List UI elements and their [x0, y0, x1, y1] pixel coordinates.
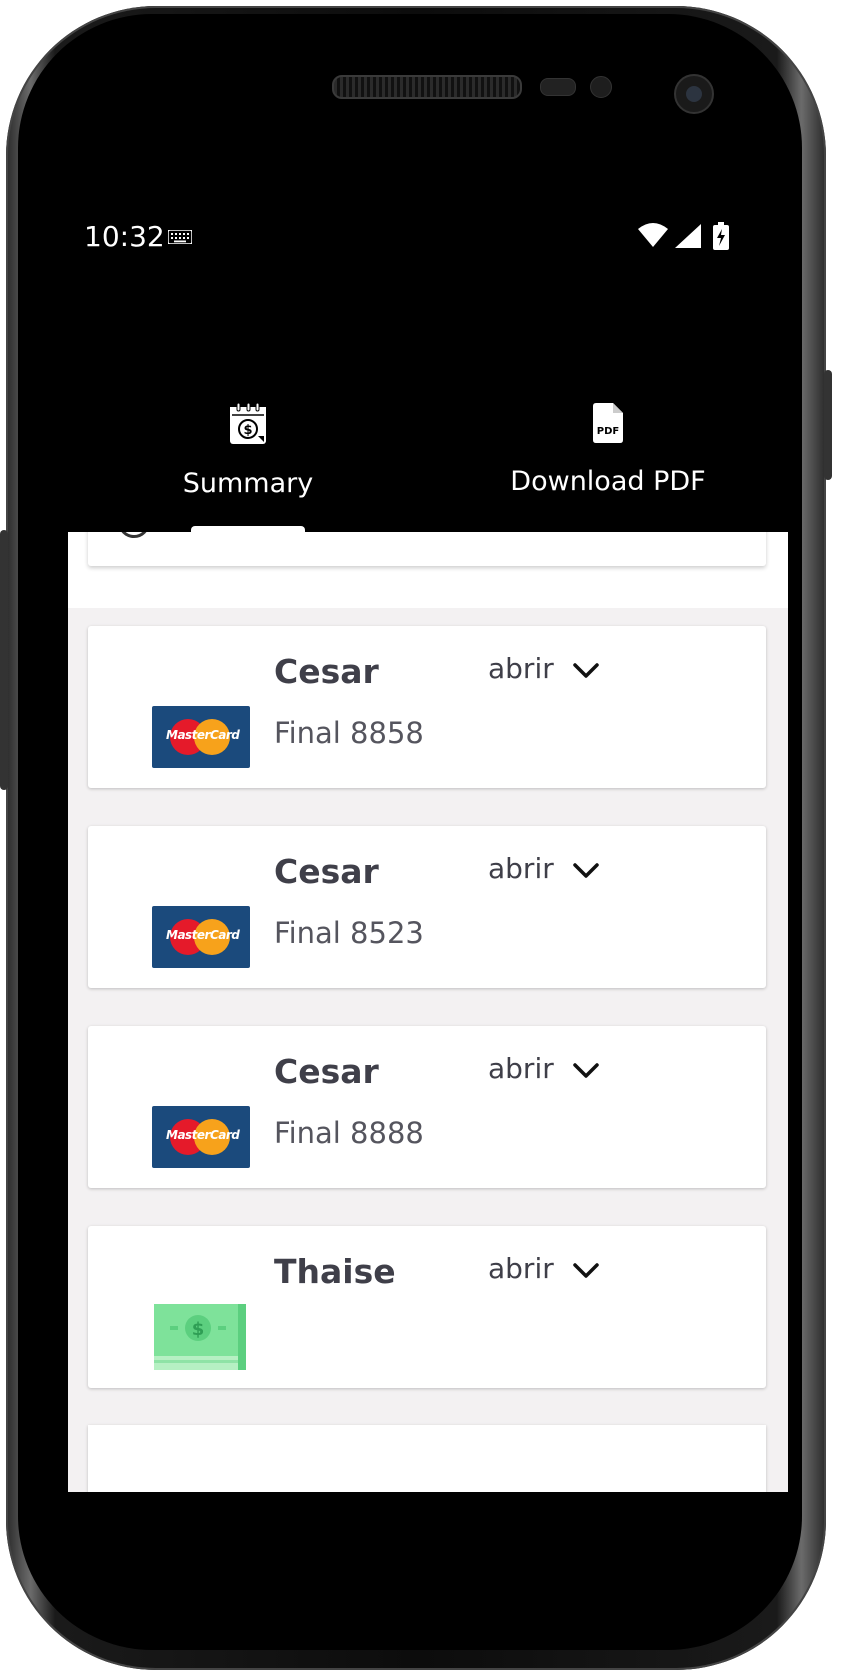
tab-download-pdf[interactable]: PDF Download PDF	[458, 402, 758, 512]
mastercard-logo-text: MasterCard	[166, 1128, 240, 1142]
summary-card	[88, 532, 766, 566]
cash-icon: $	[154, 1304, 246, 1370]
screen: 10:32 $ Summary PDF Download PDF MasterC…	[68, 212, 788, 1492]
card-final-digits: Final 8858	[274, 716, 424, 750]
calendar-dollar-icon: $	[230, 402, 266, 444]
open-link[interactable]: abrir	[488, 1052, 554, 1085]
summary-card-icon	[118, 532, 150, 538]
account-card-partial[interactable]	[88, 1425, 766, 1492]
wifi-icon	[638, 223, 668, 247]
account-card[interactable]: MasterCard Cesar Final 8888 abrir	[88, 1026, 766, 1188]
tab-active-indicator	[191, 526, 305, 534]
tab-bar: $ Summary PDF Download PDF	[68, 352, 788, 532]
card-final-digits: Final 8888	[274, 1116, 424, 1150]
account-holder-name: Cesar	[274, 1052, 379, 1091]
account-card[interactable]: MasterCard Cesar Final 8858 abrir	[88, 626, 766, 788]
svg-text:$: $	[192, 1319, 205, 1340]
proximity-sensor	[540, 78, 576, 96]
mastercard-logo: MasterCard	[152, 906, 250, 968]
open-link[interactable]: abrir	[488, 1252, 554, 1285]
accounts-list: MasterCard Cesar Final 8858 abrir Master…	[68, 532, 788, 1492]
light-sensor	[590, 76, 612, 98]
earpiece-speaker	[332, 75, 522, 99]
card-final-digits: Final 8523	[274, 916, 424, 950]
account-holder-name: Thaise	[274, 1252, 396, 1291]
account-card[interactable]: MasterCard Cesar Final 8523 abrir	[88, 826, 766, 988]
account-card[interactable]: $ Thaise abrir	[88, 1226, 766, 1388]
battery-charging-icon	[713, 222, 729, 250]
chevron-down-icon[interactable]	[572, 862, 600, 880]
mastercard-logo-text: MasterCard	[166, 728, 240, 742]
status-bar: 10:32	[68, 212, 788, 262]
open-link[interactable]: abrir	[488, 652, 554, 685]
tab-download-pdf-label: Download PDF	[510, 466, 706, 497]
mastercard-logo: MasterCard	[152, 1106, 250, 1168]
chevron-down-icon[interactable]	[572, 1062, 600, 1080]
mastercard-logo: MasterCard	[152, 706, 250, 768]
front-camera	[674, 74, 714, 114]
svg-text:$: $	[243, 423, 252, 438]
status-time: 10:32	[84, 220, 165, 253]
tab-summary-label: Summary	[182, 468, 314, 499]
pdf-file-icon: PDF	[593, 403, 623, 443]
chevron-down-icon[interactable]	[572, 662, 600, 680]
account-holder-name: Cesar	[274, 652, 379, 691]
keyboard-icon	[168, 230, 192, 244]
account-holder-name: Cesar	[274, 852, 379, 891]
tab-summary[interactable]: $ Summary	[98, 402, 398, 512]
volume-button	[0, 530, 8, 790]
open-link[interactable]: abrir	[488, 852, 554, 885]
svg-text:PDF: PDF	[597, 426, 619, 437]
power-button	[824, 370, 832, 480]
mastercard-logo-text: MasterCard	[166, 928, 240, 942]
cell-signal-icon	[675, 224, 701, 248]
chevron-down-icon[interactable]	[572, 1262, 600, 1280]
